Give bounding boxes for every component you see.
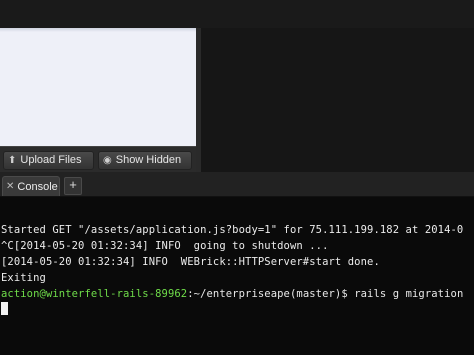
upload-icon: ⬆: [8, 155, 17, 166]
editor-top-panel: ⬆ Upload Files ◉ Show Hidden: [0, 0, 474, 173]
tab-bar: ✕ Console +: [0, 172, 474, 197]
show-hidden-label: Show Hidden: [115, 154, 182, 166]
console-line: Exiting: [1, 272, 46, 284]
console-line: ^C[2014-05-20 01:32:34] INFO going to sh…: [1, 240, 329, 252]
close-tab-icon[interactable]: ✕: [6, 181, 14, 192]
prompt-user: action@winterfell-rails-89962: [1, 288, 188, 300]
file-browser-area[interactable]: [0, 28, 196, 146]
prompt-command: :~/enterpriseape(master)$ rails g migrat…: [187, 288, 464, 300]
upload-files-label: Upload Files: [20, 154, 82, 166]
tab-console[interactable]: ✕ Console: [2, 176, 60, 196]
upload-files-button[interactable]: ⬆ Upload Files: [3, 151, 94, 170]
editor-area[interactable]: [201, 28, 474, 172]
file-toolbar: ⬆ Upload Files ◉ Show Hidden: [0, 146, 196, 173]
show-hidden-button[interactable]: ◉ Show Hidden: [98, 151, 192, 170]
prompt-line: action@winterfell-rails-89962:~/enterpri…: [1, 288, 463, 300]
eye-icon: ◉: [103, 155, 112, 166]
console-line: [2014-05-20 01:32:34] INFO WEBrick::HTTP…: [1, 256, 380, 268]
console-line: Started GET "/assets/application.js?body…: [1, 224, 464, 236]
console-output[interactable]: Started GET "/assets/application.js?body…: [0, 197, 474, 355]
tab-console-label: Console: [17, 180, 58, 193]
add-tab-button[interactable]: +: [64, 177, 82, 195]
terminal-cursor: [1, 302, 8, 315]
file-browser-shadow: [0, 28, 196, 32]
